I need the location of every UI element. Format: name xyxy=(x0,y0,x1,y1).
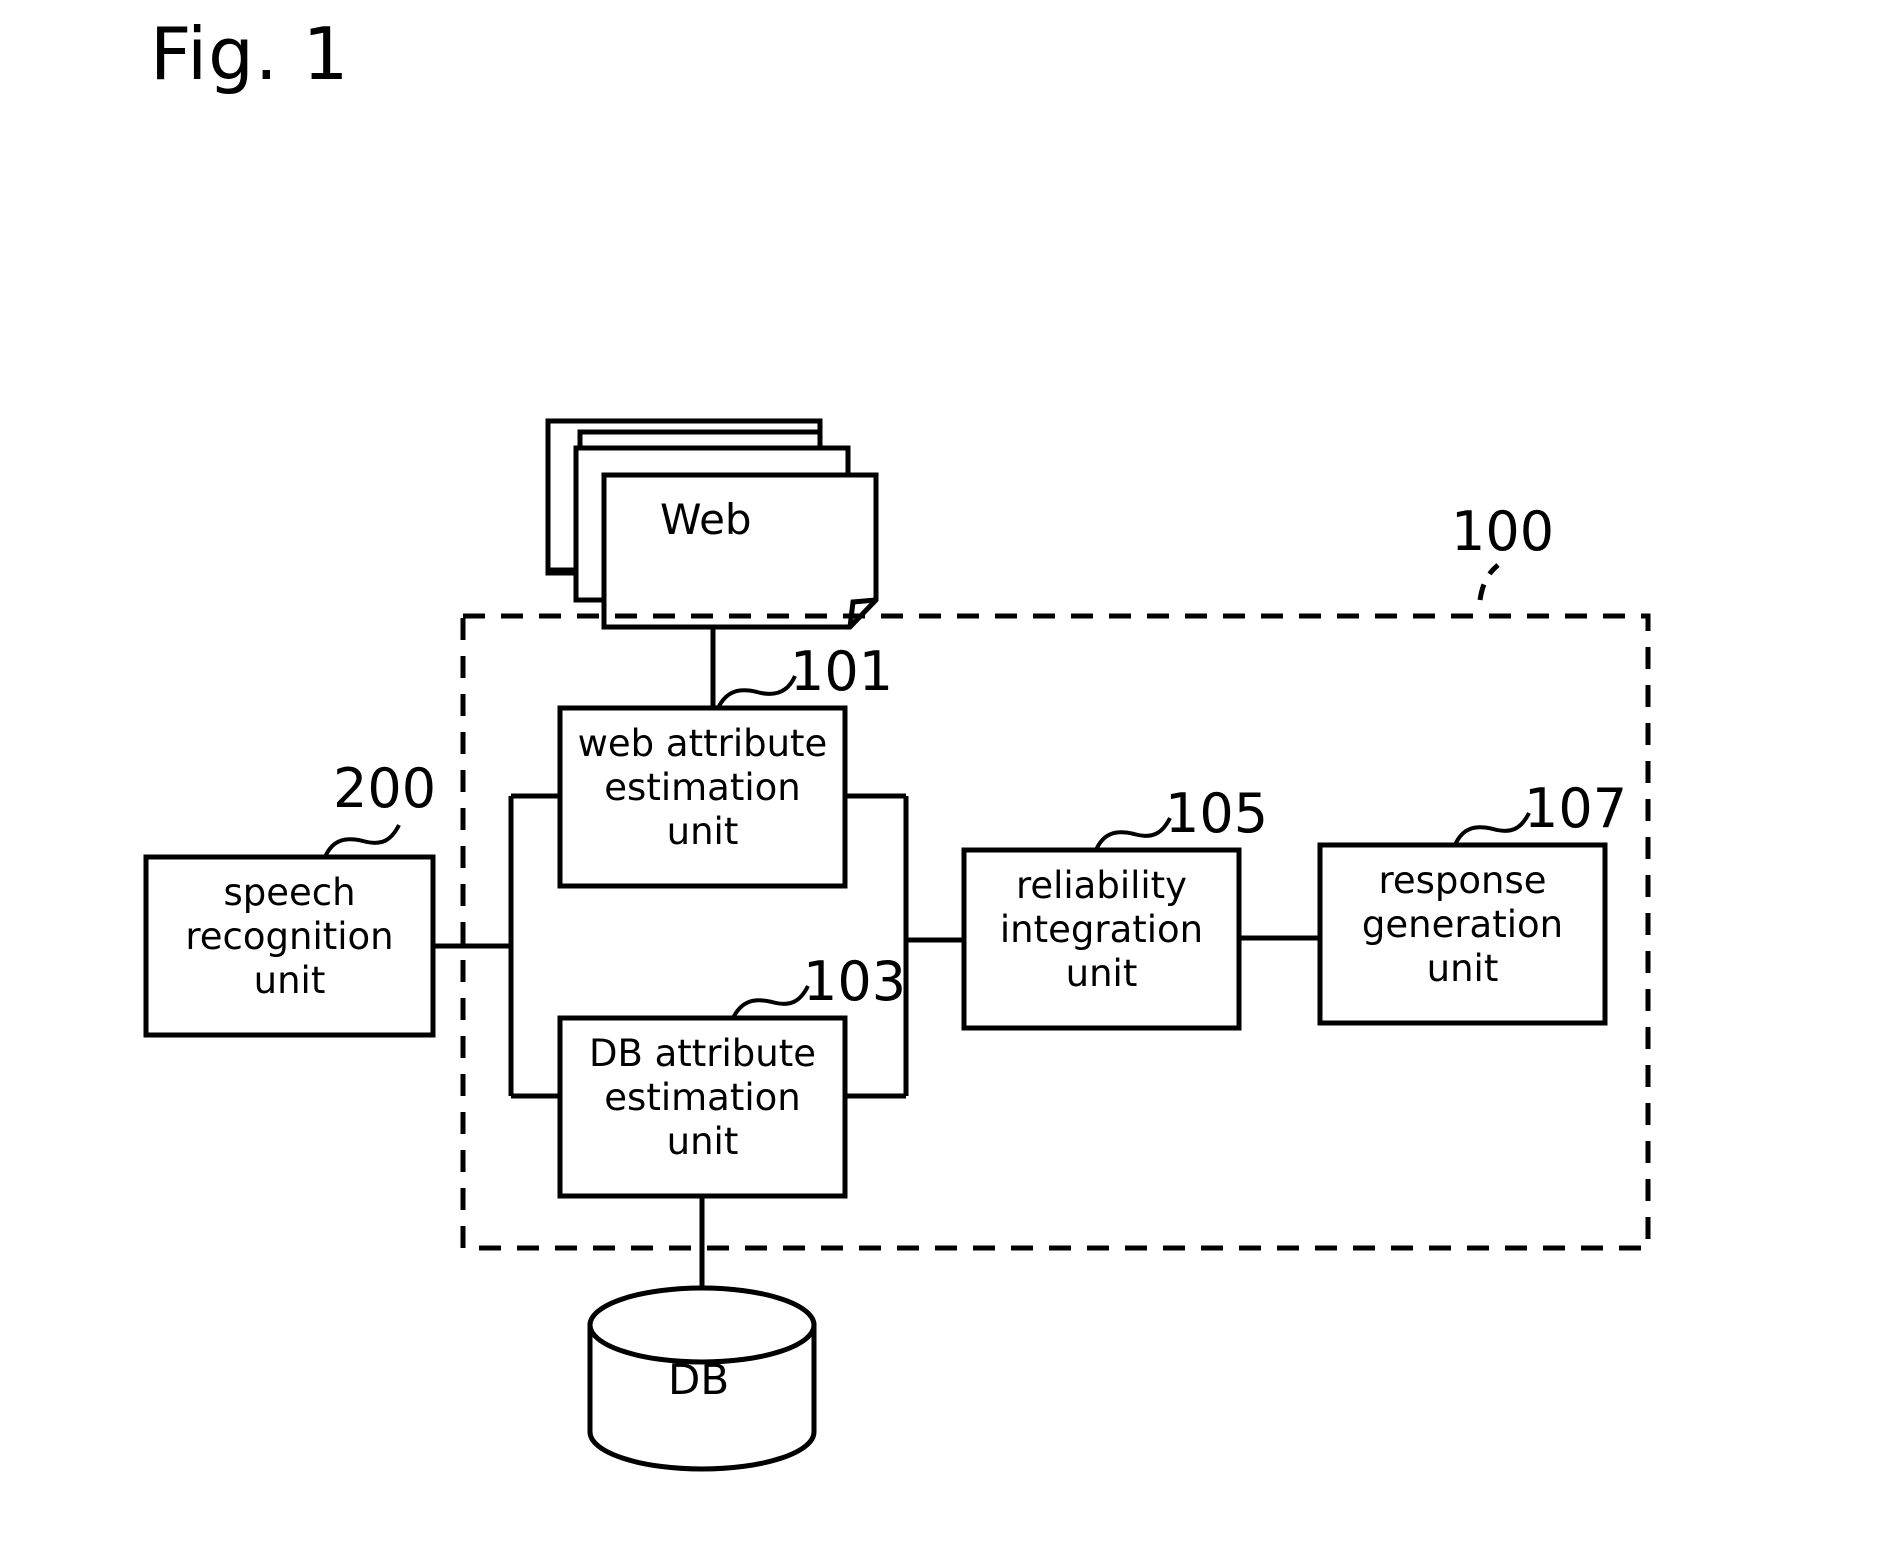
ref-numeral-200: 200 xyxy=(333,757,437,820)
ref-numeral-101: 101 xyxy=(790,640,894,703)
diagram-svg xyxy=(143,418,1651,1472)
leader-line-103 xyxy=(731,985,810,1019)
block-reliability-integration-unit[interactable] xyxy=(961,847,1242,1031)
label-web-source: Web xyxy=(660,495,752,544)
leader-line-100 xyxy=(1477,563,1500,601)
block-response-generation-unit[interactable] xyxy=(1317,842,1608,1026)
ref-numeral-100: 100 xyxy=(1451,500,1555,563)
block-db-attribute-estimation-unit[interactable] xyxy=(557,1015,848,1199)
label-db-source: DB xyxy=(668,1355,730,1404)
leader-line-105 xyxy=(1094,817,1172,851)
leader-line-200 xyxy=(323,824,401,858)
leader-line-101 xyxy=(716,675,797,709)
block-web-attribute-estimation-unit[interactable] xyxy=(557,705,848,889)
ref-numeral-105: 105 xyxy=(1165,782,1269,845)
figure-canvas: Fig. 1 web attribute estimation unit DB … xyxy=(0,0,1901,1542)
ref-numeral-103: 103 xyxy=(803,950,907,1013)
ref-numeral-107: 107 xyxy=(1524,777,1628,840)
block-speech-recognition-unit[interactable] xyxy=(143,854,436,1038)
leader-line-107 xyxy=(1453,812,1531,846)
